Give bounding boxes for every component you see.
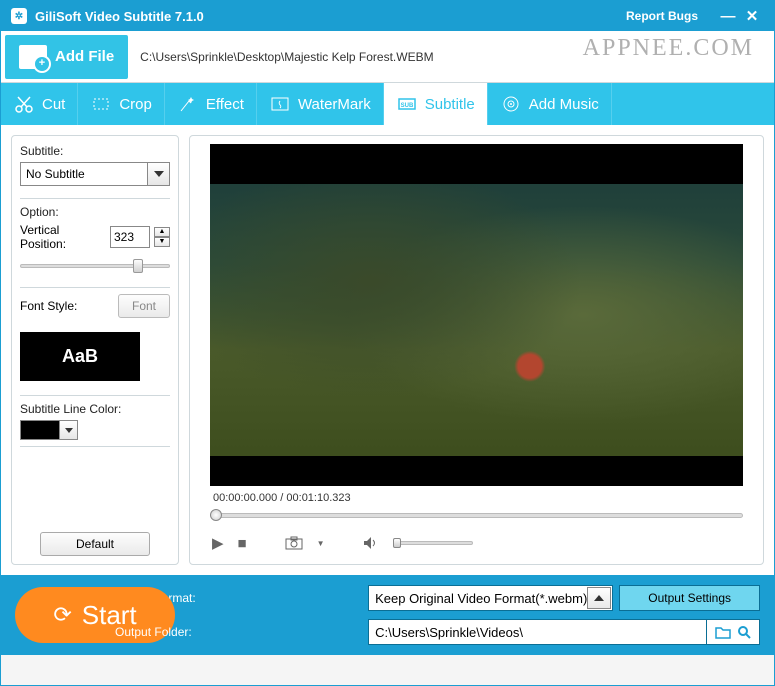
default-button[interactable]: Default (40, 532, 150, 556)
footer: Output Format: Keep Original Video Forma… (1, 575, 774, 655)
volume-slider[interactable] (393, 537, 473, 549)
stop-button[interactable]: ■ (238, 535, 247, 552)
video-preview-panel: 00:00:00.000 / 00:01:10.323 ▶ ■ ▼ (189, 135, 764, 565)
output-format-dropdown[interactable]: Keep Original Video Format(*.webm) (368, 585, 613, 611)
playback-controls: ▶ ■ ▼ (210, 530, 743, 556)
line-color-picker[interactable] (20, 420, 170, 440)
report-bugs-link[interactable]: Report Bugs (626, 9, 698, 23)
vertical-position-spinner[interactable]: ▲ ▼ (154, 227, 170, 247)
search-icon[interactable] (737, 625, 751, 639)
app-icon: ✲ (11, 8, 27, 24)
music-icon (500, 93, 522, 115)
workspace: Subtitle: No Subtitle Option: Vertical P… (1, 125, 774, 575)
titlebar: ✲ GiliSoft Video Subtitle 7.1.0 Report B… (1, 1, 774, 31)
output-folder-value: C:\Users\Sprinkle\Videos\ (375, 625, 523, 640)
subtitle-icon: SUB (396, 93, 418, 115)
add-file-label: Add File (55, 48, 114, 65)
subtitle-dropdown[interactable]: No Subtitle (20, 162, 170, 186)
output-folder-label: Output Folder: (115, 625, 358, 639)
effect-icon (177, 93, 199, 115)
current-file-path: C:\Users\Sprinkle\Desktop\Majestic Kelp … (132, 50, 433, 64)
subtitle-dropdown-value: No Subtitle (21, 167, 147, 181)
vertical-position-input[interactable] (110, 226, 150, 248)
watermark-icon (269, 93, 291, 115)
add-file-button[interactable]: Add File (5, 35, 128, 79)
spinner-down-icon[interactable]: ▼ (154, 237, 170, 247)
font-preview: AaB (20, 332, 140, 381)
output-format-value: Keep Original Video Format(*.webm) (375, 591, 587, 606)
toolbar: Add File C:\Users\Sprinkle\Desktop\Majes… (1, 31, 774, 83)
color-swatch (20, 420, 60, 440)
option-label: Option: (20, 205, 170, 219)
chevron-down-icon (60, 420, 78, 440)
svg-text:SUB: SUB (400, 103, 413, 109)
scissors-icon (13, 93, 35, 115)
tab-subtitle[interactable]: SUB Subtitle (384, 83, 488, 125)
tab-cut[interactable]: Cut (1, 83, 78, 125)
app-title: GiliSoft Video Subtitle 7.1.0 (35, 9, 204, 24)
play-button[interactable]: ▶ (212, 534, 224, 552)
subtitle-label: Subtitle: (20, 144, 170, 158)
timecode: 00:00:00.000 / 00:01:10.323 (210, 486, 743, 506)
tabstrip: Cut Crop Effect WaterMark SUB Subtitle A… (1, 83, 774, 125)
snapshot-button[interactable] (285, 536, 303, 550)
video-frame (210, 144, 743, 486)
output-settings-button[interactable]: Output Settings (619, 585, 760, 611)
seek-slider[interactable] (210, 506, 743, 524)
subtitle-side-panel: Subtitle: No Subtitle Option: Vertical P… (11, 135, 179, 565)
close-button[interactable]: ✕ (740, 7, 764, 25)
tab-crop[interactable]: Crop (78, 83, 165, 125)
tab-add-music[interactable]: Add Music (488, 83, 612, 125)
spinner-up-icon[interactable]: ▲ (154, 227, 170, 237)
crop-icon (90, 93, 112, 115)
minimize-button[interactable]: — (716, 8, 740, 25)
video-thumbnail (210, 144, 743, 486)
watermark-text: APPNEE.COM (583, 35, 754, 62)
snapshot-dropdown[interactable]: ▼ (317, 539, 325, 548)
tab-watermark[interactable]: WaterMark (257, 83, 384, 125)
volume-icon[interactable] (363, 536, 379, 550)
output-folder-input[interactable]: C:\Users\Sprinkle\Videos\ (368, 619, 707, 645)
line-color-label: Subtitle Line Color: (20, 402, 170, 416)
chevron-down-icon (147, 163, 169, 185)
add-file-icon (19, 45, 47, 69)
tab-effect[interactable]: Effect (165, 83, 257, 125)
folder-icon[interactable] (715, 626, 731, 639)
refresh-icon: ⟳ (53, 602, 71, 628)
chevron-up-icon (587, 587, 611, 609)
font-style-label: Font Style: (20, 299, 114, 313)
font-button[interactable]: Font (118, 294, 170, 318)
vertical-position-label: Vertical Position: (20, 223, 106, 251)
vertical-position-slider[interactable] (20, 257, 170, 275)
